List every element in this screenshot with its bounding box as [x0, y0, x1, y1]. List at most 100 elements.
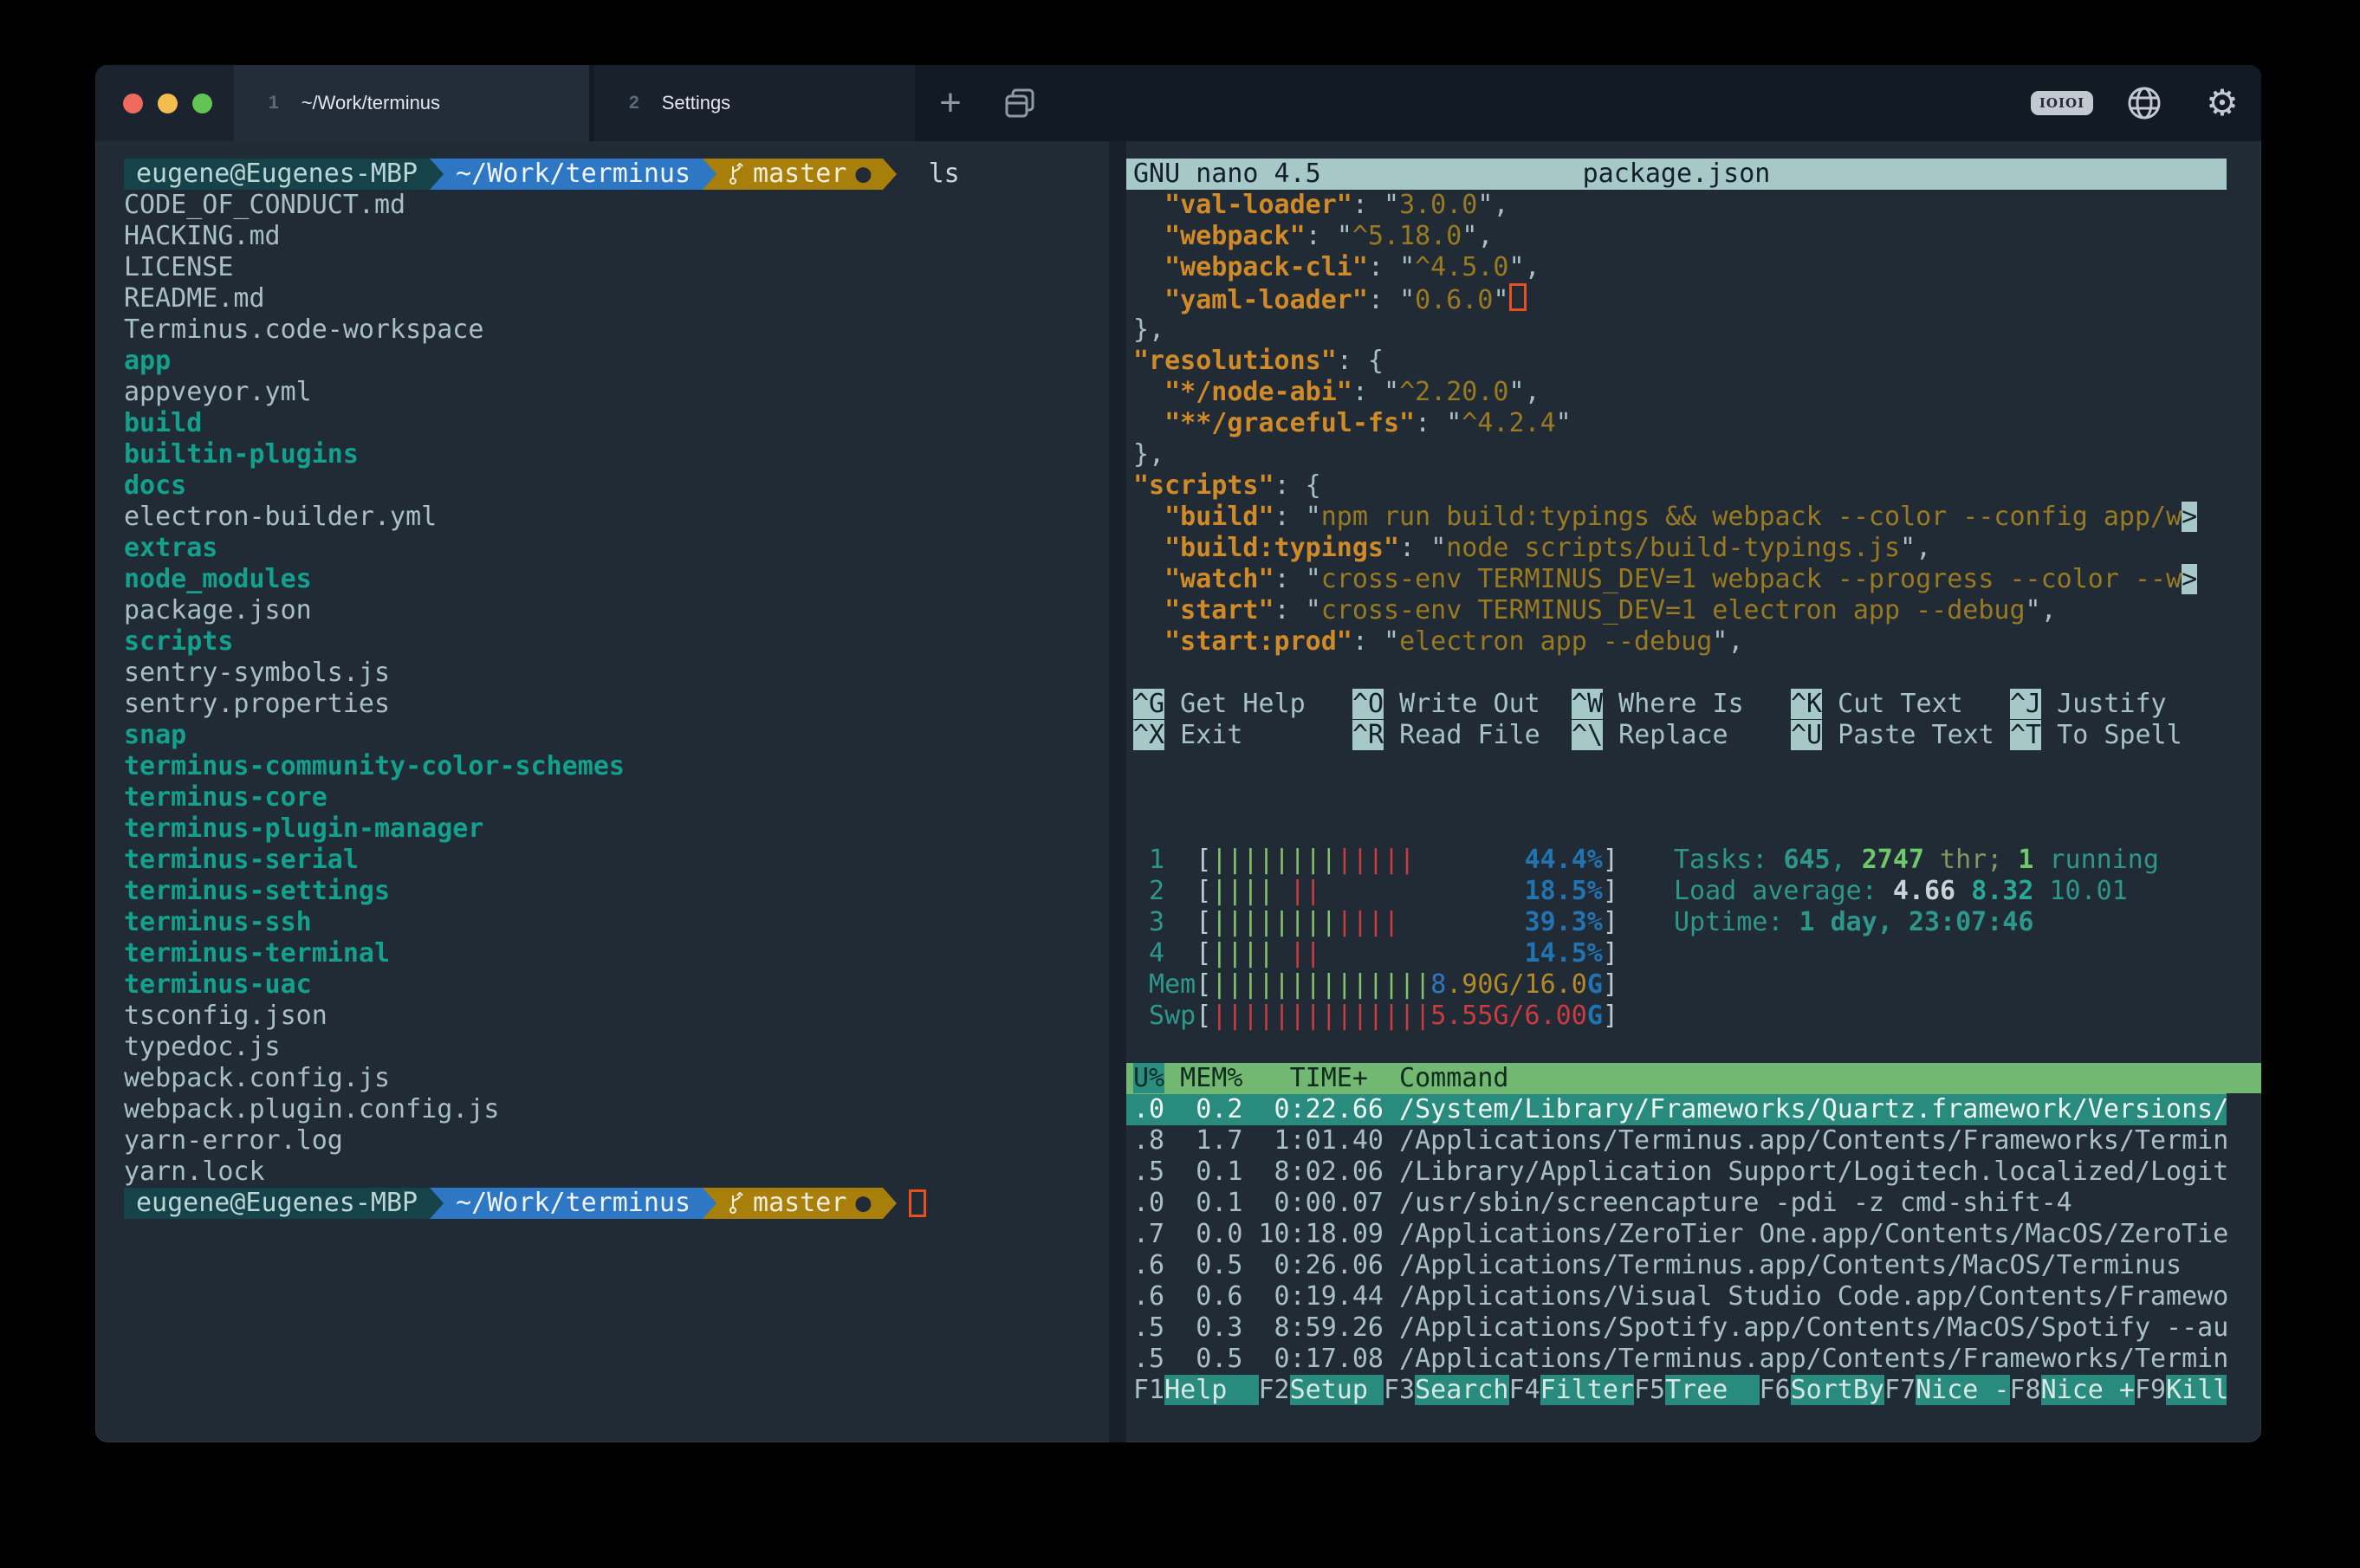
nano-shortcut-item[interactable]: ^G Get Help — [1133, 689, 1352, 720]
table-header-columns: MEM% TIME+ Command — [1164, 1063, 2261, 1093]
fkey-item[interactable]: F3Search — [1384, 1375, 1509, 1406]
nano-shortcut-item[interactable]: ^K Cut Text — [1791, 689, 2010, 720]
dir-entry: build — [95, 408, 1109, 439]
fkey-item[interactable]: F1Help — [1133, 1375, 1259, 1406]
nano-shortcut-item[interactable]: ^W Where Is — [1572, 689, 1791, 720]
dir-entry: terminus-uac — [95, 969, 1109, 1001]
globe-icon — [2124, 83, 2164, 123]
process-row[interactable]: .5 0.3 8:59.26 /Applications/Spotify.app… — [1126, 1312, 2227, 1344]
terminal-content: eugene@Eugenes-MBP~/Work/terminusmaster●… — [95, 141, 2261, 1442]
prompt-git-segment: master● — [716, 1188, 883, 1219]
nano-shortcut-item[interactable]: ^J Justify — [2010, 689, 2229, 720]
htop-meter-line: Mem[||||||||||||||8.90G/16.0G] — [1126, 969, 2227, 1001]
dir-entry: terminus-core — [95, 782, 1109, 813]
nano-shortcut-item[interactable]: ^T To Spell — [2010, 720, 2229, 751]
dir-entry: terminus-plugin-manager — [95, 813, 1109, 845]
fkey-item[interactable]: F4Filter — [1509, 1375, 1635, 1406]
nano-shortcut-item[interactable]: ^X Exit — [1133, 720, 1352, 751]
nano-code-line: "start:prod": "electron app --debug", — [1126, 626, 2227, 658]
nano-title-bar: GNU nano 4.5package.json — [1126, 159, 2227, 190]
window-controls — [95, 65, 234, 141]
dir-entry: docs — [95, 470, 1109, 502]
file-entry: webpack.plugin.config.js — [95, 1094, 1109, 1125]
process-row[interactable]: .6 0.6 0:19.44 /Applications/Visual Stud… — [1126, 1281, 2227, 1312]
dir-entry: app — [95, 346, 1109, 377]
fkey-item[interactable]: F9Kill — [2135, 1375, 2227, 1406]
powerline-arrow-icon — [430, 1188, 444, 1219]
fkey-number: F5 — [1634, 1375, 1665, 1405]
fkey-action: Nice - — [1916, 1375, 2009, 1405]
prompt-path-segment: ~/Work/terminus — [444, 159, 703, 190]
file-entry: yarn-error.log — [95, 1125, 1109, 1157]
fkey-item[interactable]: F2Setup — [1259, 1375, 1384, 1406]
shortcut-label: To Spell — [2041, 720, 2182, 750]
process-row[interactable]: .6 0.5 0:26.06 /Applications/Terminus.ap… — [1126, 1250, 2227, 1281]
tab-work-terminus[interactable]: 1 ~/Work/terminus — [234, 65, 589, 141]
nano-shortcut-item[interactable]: ^R Read File — [1352, 720, 1572, 751]
new-tab-button[interactable]: + — [920, 65, 981, 141]
terminal-pane-shell[interactable]: eugene@Eugenes-MBP~/Work/terminusmaster●… — [95, 141, 1109, 1442]
ssh-connections-button[interactable] — [2105, 83, 2183, 123]
nano-shortcut-item[interactable]: ^\ Replace — [1572, 720, 1791, 751]
nano-shortcut-item[interactable]: ^O Write Out — [1352, 689, 1572, 720]
close-button[interactable] — [123, 94, 143, 113]
dir-entry: terminus-ssh — [95, 907, 1109, 938]
maximize-button[interactable] — [192, 94, 212, 113]
git-branch-icon — [729, 1192, 746, 1215]
fkey-action: Filter — [1540, 1375, 1634, 1405]
text-cursor — [1509, 283, 1527, 311]
htop-meter-line: Swp[||||||||||||||5.55G/6.00G] — [1126, 1001, 2227, 1032]
dir-entry: extras — [95, 533, 1109, 564]
fkey-item[interactable]: F6SortBy — [1760, 1375, 1885, 1406]
tab-number: 1 — [269, 93, 279, 113]
nano-code-line: "scripts": { — [1126, 470, 2227, 502]
process-row[interactable]: .7 0.0 10:18.09 /Applications/ZeroTier O… — [1126, 1219, 2227, 1250]
tab-settings[interactable]: 2 Settings — [594, 65, 915, 141]
git-branch-name: master — [753, 159, 846, 190]
fkey-number: F7 — [1884, 1375, 1916, 1405]
fkey-item[interactable]: F8Nice + — [2010, 1375, 2136, 1406]
dir-entry: terminus-community-color-schemes — [95, 751, 1109, 782]
duplicate-tab-button[interactable] — [981, 65, 1059, 141]
pane-divider[interactable] — [1109, 141, 1126, 1442]
fkey-item[interactable]: F5Tree — [1634, 1375, 1760, 1406]
powerline-arrow-icon — [883, 159, 897, 190]
fkey-action: Nice + — [2041, 1375, 2135, 1405]
minimize-button[interactable] — [158, 94, 178, 113]
file-entry: CODE_OF_CONDUCT.md — [95, 190, 1109, 221]
nano-code-line: "build": "npm run build:typings && webpa… — [1126, 502, 2227, 533]
shortcut-label: Read File — [1384, 720, 1540, 750]
terminal-pane-nano-htop[interactable]: GNU nano 4.5package.json "val-loader": "… — [1126, 141, 2261, 1442]
fkey-action: Kill — [2166, 1375, 2227, 1405]
htop-tasks-line: Load average: 4.66 8.32 10.01 — [1667, 876, 2159, 907]
process-table-header[interactable]: U% MEM% TIME+ Command — [1126, 1063, 2227, 1094]
file-entry: LICENSE — [95, 252, 1109, 283]
process-row[interactable]: .8 1.7 1:01.40 /Applications/Terminus.ap… — [1126, 1125, 2227, 1157]
file-entry: electron-builder.yml — [95, 502, 1109, 533]
serial-button[interactable]: IOIOI — [2019, 91, 2105, 115]
fkey-number: F2 — [1259, 1375, 1290, 1405]
fkey-item[interactable]: F7Nice - — [1884, 1375, 2010, 1406]
nano-code-line: "webpack-cli": "^4.5.0", — [1126, 252, 2227, 283]
git-dirty-dot-icon: ● — [855, 159, 871, 190]
htop-tasks-summary: Tasks: 645, 2747 thr; 1 runningLoad aver… — [1667, 845, 2159, 938]
git-dirty-dot-icon: ● — [855, 1188, 871, 1219]
settings-button[interactable]: ⚙ — [2183, 85, 2261, 121]
process-row[interactable]: .5 0.5 0:17.08 /Applications/Terminus.ap… — [1126, 1344, 2227, 1375]
shortcut-label: Replace — [1603, 720, 1728, 750]
process-row-selected[interactable]: .0 0.2 0:22.66 /System/Library/Framework… — [1126, 1094, 2227, 1125]
nano-code-line: "val-loader": "3.0.0", — [1126, 190, 2227, 221]
file-entry: typedoc.js — [95, 1032, 1109, 1063]
nano-code-line: "*/node-abi": "^2.20.0", — [1126, 377, 2227, 408]
nano-code-line: "watch": "cross-env TERMINUS_DEV=1 webpa… — [1126, 564, 2227, 595]
process-row[interactable]: .0 0.1 0:00.07 /usr/sbin/screencapture -… — [1126, 1188, 2227, 1219]
dir-entry: scripts — [95, 626, 1109, 658]
fkey-action: SortBy — [1791, 1375, 1884, 1405]
nano-shortcut-item[interactable]: ^U Paste Text — [1791, 720, 2010, 751]
blank-line — [1126, 658, 2227, 689]
file-entry: README.md — [95, 283, 1109, 314]
file-entry: webpack.config.js — [95, 1063, 1109, 1094]
tab-title: Settings — [662, 92, 731, 114]
powerline-arrow-icon — [703, 1188, 716, 1219]
process-row[interactable]: .5 0.1 8:02.06 /Library/Application Supp… — [1126, 1157, 2227, 1188]
